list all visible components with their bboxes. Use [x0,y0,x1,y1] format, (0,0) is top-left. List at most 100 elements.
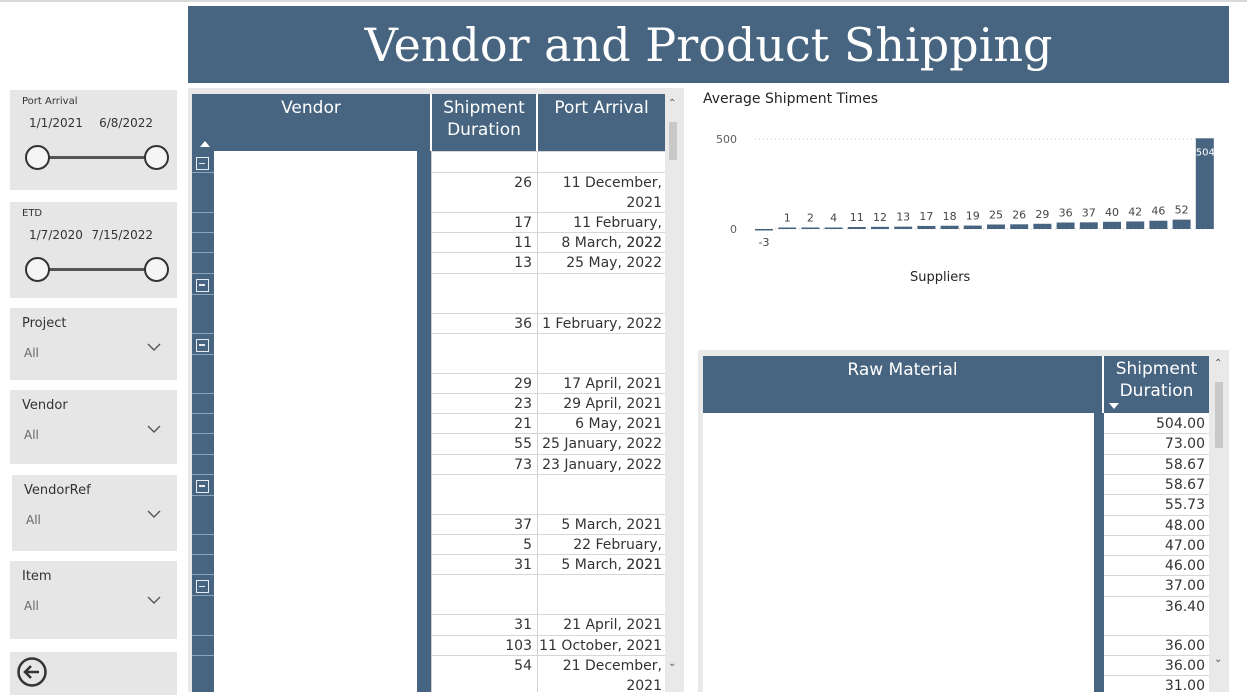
port-arrival-cell: 2021 [626,195,662,211]
port-arrival-cell: 8 March, 2022 [561,235,662,252]
range-end-handle[interactable] [144,257,169,282]
chart-title: Average Shipment Times [703,91,879,107]
port-arrival-cell: 29 April, 2021 [563,396,662,412]
chart-bar [987,224,1005,229]
data-label: 25 [989,209,1003,222]
chart-bar [1079,222,1098,229]
duration-cell: 31 [514,557,532,574]
back-arrow-icon[interactable] [16,656,48,688]
duration-cell: 48.00 [1164,517,1205,534]
scrollbar-thumb[interactable] [1215,382,1223,448]
data-label: 11 [850,211,864,224]
collapse-group-icon[interactable] [196,479,209,493]
row-divider [432,654,665,656]
project-value[interactable]: All [24,346,39,360]
duration-cell: 58.67 [1164,456,1205,473]
row-divider [192,332,214,334]
chart-bar [1033,223,1052,229]
chart-bar [801,227,820,229]
vertical-scrollbar[interactable]: ⌃ ⌄ [668,96,678,686]
data-label: 1 [784,212,791,225]
column-header-label: Vendor [281,98,341,118]
row-divider [432,252,665,254]
scroll-up-icon[interactable]: ⌃ [668,98,676,109]
data-label: 46 [1151,205,1165,218]
duration-cell: 36 [514,315,532,332]
vendor-value[interactable]: All [24,428,39,442]
column-header-raw-material[interactable]: Raw Material [703,356,1102,413]
vendorref-label: VendorRef [24,483,91,498]
item-slicer[interactable]: Item All [10,561,177,639]
row-header-strip [417,151,431,692]
duration-cell: 31.00 [1164,678,1205,692]
port-arrival-cell: 2021 [626,677,662,692]
data-label: 18 [943,210,957,223]
sort-ascending-icon[interactable] [200,141,210,147]
etd-start[interactable]: 1/7/2020 [29,228,83,242]
average-shipment-chart: 0500-31 2 4 11 12 13 17 18 19 25 26 29 36 37 40 42 46 525… [716,133,1215,249]
chart-bar [1149,220,1168,229]
duration-cell: 55 [514,436,532,453]
row-divider [192,293,214,295]
vendorref-value[interactable]: All [26,513,41,527]
port-arrival-start[interactable]: 1/1/2021 [29,116,83,130]
collapse-group-icon[interactable] [196,580,209,594]
chart-bar [917,225,936,229]
column-header-vendor[interactable]: Vendor [192,94,430,151]
vendor-slicer[interactable]: Vendor All [10,390,177,464]
collapse-group-icon[interactable] [196,157,209,170]
collapse-group-icon[interactable] [196,338,209,352]
range-end-handle[interactable] [144,145,169,170]
port-arrival-cell: 25 January, 2022 [542,436,662,453]
row-divider [192,172,214,173]
range-track[interactable] [46,268,160,271]
row-divider [192,272,214,274]
collapse-group-icon[interactable] [196,278,209,292]
row-divider [432,332,665,334]
vendorref-slicer[interactable]: VendorRef All [12,475,177,551]
top-border [0,0,1247,2]
range-track[interactable] [46,156,160,159]
row-header-strip [1094,413,1104,692]
sort-descending-icon[interactable] [1109,403,1119,409]
etd-slicer[interactable]: ETD 1/7/2020 7/15/2022 [10,202,177,298]
etd-end[interactable]: 7/15/2022 [91,228,153,242]
item-value[interactable]: All [24,599,39,613]
data-label: 17 [919,210,933,223]
chevron-down-icon[interactable] [147,340,161,354]
chevron-down-icon[interactable] [147,422,161,436]
range-start-handle[interactable] [25,257,50,282]
project-slicer[interactable]: Project All [10,308,177,380]
column-header-port-arrival[interactable]: Port Arrival [538,94,665,151]
duration-cell: 5 [523,537,532,553]
range-start-handle[interactable] [25,145,50,170]
chevron-down-icon[interactable] [147,507,161,521]
duration-cell: 26 [514,175,532,191]
scroll-up-icon[interactable]: ⌃ [1214,358,1222,369]
column-header-shipment-duration[interactable]: Shipment Duration [1104,356,1209,413]
data-label: 2 [807,212,814,225]
row-divider [432,151,665,152]
column-header-shipment-duration[interactable]: Shipment Duration [432,94,536,151]
port-arrival-cell: 23 January, 2022 [542,456,662,473]
port-arrival-slicer[interactable]: Port Arrival 1/1/2021 6/8/2022 [10,90,177,190]
scrollbar-thumb[interactable] [669,122,677,160]
data-label: 4 [830,212,837,225]
duration-cell: 31 [514,617,532,634]
row-divider [192,554,214,556]
row-divider [432,372,665,374]
back-button[interactable] [10,652,177,695]
duration-cell: 21 [514,416,532,433]
chevron-down-icon[interactable] [147,593,161,607]
scroll-down-icon[interactable]: ⌄ [668,658,676,669]
port-arrival-cell: 17 April, 2021 [563,375,662,392]
scroll-down-icon[interactable]: ⌄ [1214,654,1222,665]
data-label: 26 [1012,208,1026,221]
row-divider [432,453,665,455]
project-label: Project [22,316,67,331]
vertical-scrollbar[interactable]: ⌃ ⌄ [1214,358,1224,678]
chart-bar [1010,224,1029,229]
duration-cell: 73 [514,456,532,473]
data-label: 19 [966,210,980,223]
port-arrival-end[interactable]: 6/8/2022 [99,116,153,130]
